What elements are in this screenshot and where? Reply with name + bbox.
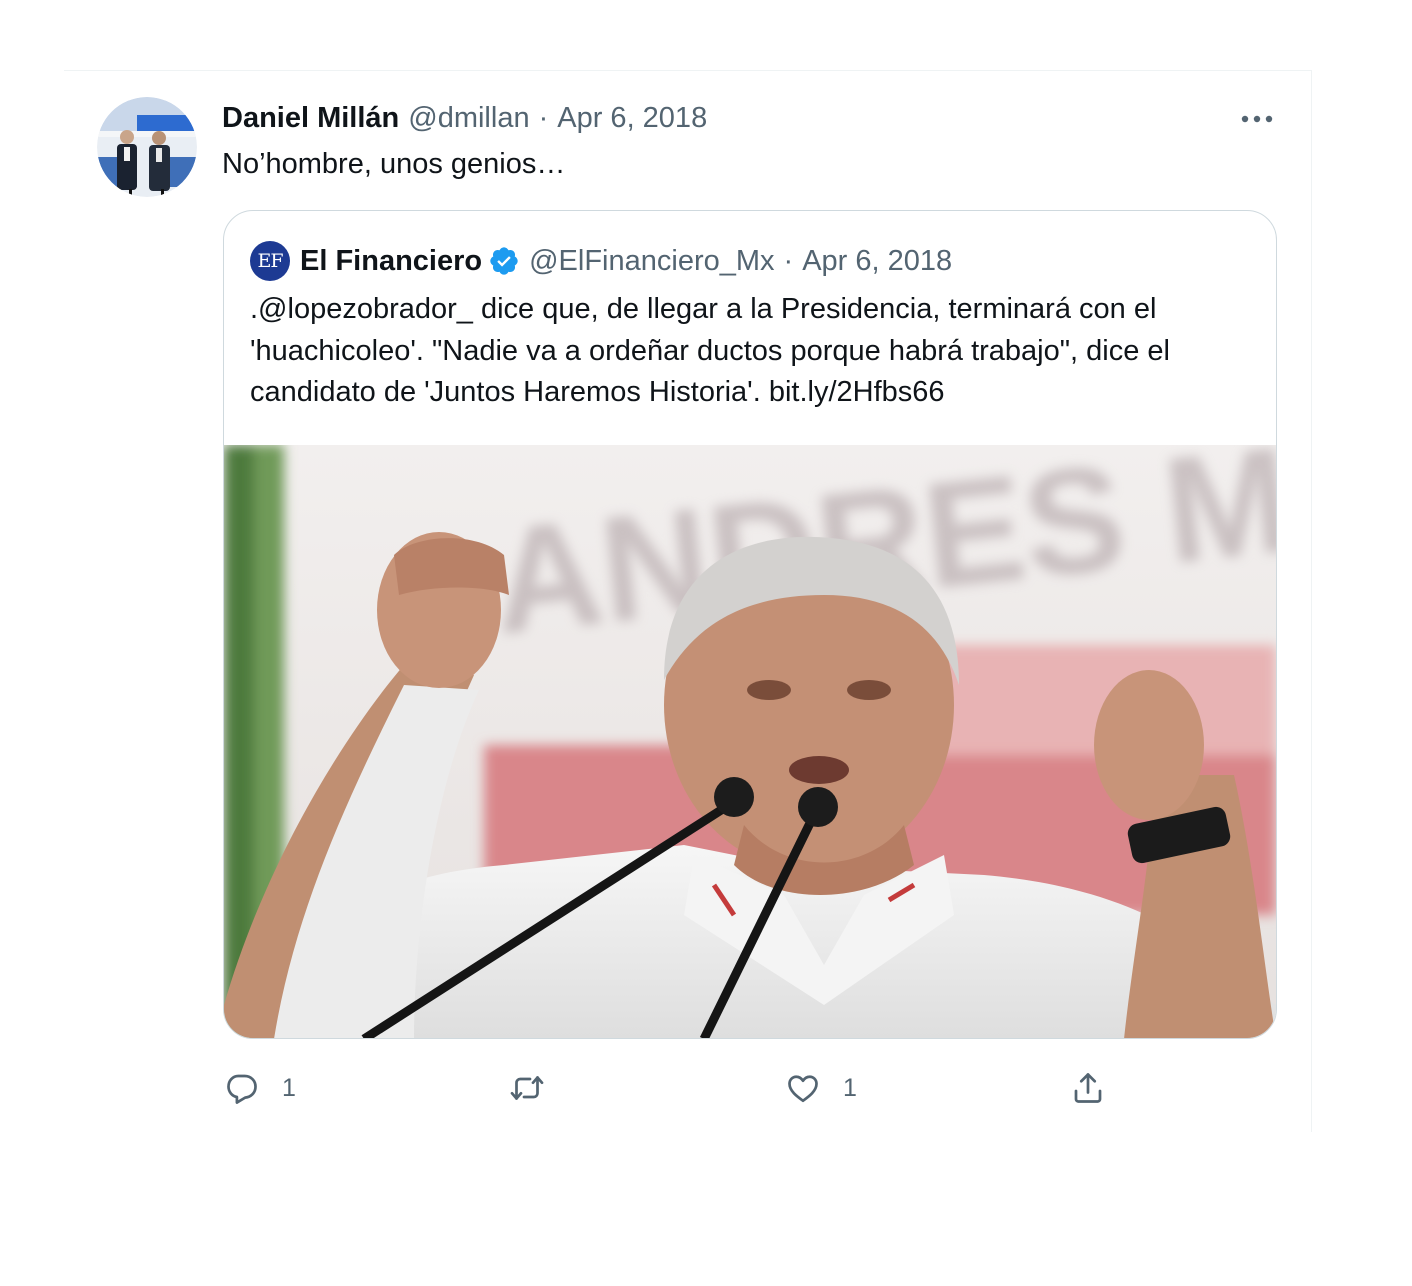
more-options-button[interactable] [1238,106,1278,132]
retweet-icon [510,1076,544,1100]
quoted-text-line: 'huachicoleo'. "Nadie va a ordeñar ducto… [250,334,1170,367]
tweet-actions: 1 1 [0,1066,1412,1110]
quoted-text-line: .@lopezobrador_ dice que, de llegar a la… [250,293,1157,325]
quoted-header-separator: · [783,244,794,277]
like-count: 1 [843,1073,857,1102]
quoted-author-name[interactable]: El Financiero [300,245,482,278]
reply-button[interactable]: 1 [224,1066,296,1110]
quoted-tweet-date[interactable]: Apr 6, 2018 [802,245,952,278]
header-separator: · [538,101,549,134]
tweet-date[interactable]: Apr 6, 2018 [557,102,707,135]
verified-badge-icon [488,245,520,277]
tweet-text: No’hombre, unos genios… [222,148,566,180]
speaker-photo: ANDRES M [224,415,1276,1038]
reply-count: 1 [282,1073,296,1102]
share-button[interactable] [1070,1066,1106,1110]
quoted-tweet-header: EF El Financiero @ElFinanciero_Mx · Apr … [250,241,952,281]
quoted-text-line: candidato de 'Juntos Haremos Historia'. … [250,376,945,408]
more-dots-icon [1241,115,1273,123]
heart-icon [788,1075,818,1103]
quoted-tweet[interactable]: EF El Financiero @ElFinanciero_Mx · Apr … [223,210,1277,1039]
user-photo-avatar [97,97,197,197]
share-icon [1074,1073,1102,1103]
like-button[interactable]: 1 [785,1066,857,1110]
retweet-button[interactable] [508,1066,568,1110]
tweet-header: Daniel Millán @dmillan · Apr 6, 2018 [222,98,707,138]
author-handle[interactable]: @dmillan [408,102,529,135]
quoted-tweet-text: .@lopezobrador_ dice que, de llegar a la… [250,289,1260,414]
reply-icon [227,1074,257,1104]
author-name[interactable]: Daniel Millán [222,102,399,135]
author-avatar[interactable] [97,97,197,197]
quoted-tweet-image[interactable]: ANDRES M [224,415,1276,1038]
quoted-author-avatar[interactable]: EF [250,241,290,281]
quoted-author-handle[interactable]: @ElFinanciero_Mx [529,245,774,278]
